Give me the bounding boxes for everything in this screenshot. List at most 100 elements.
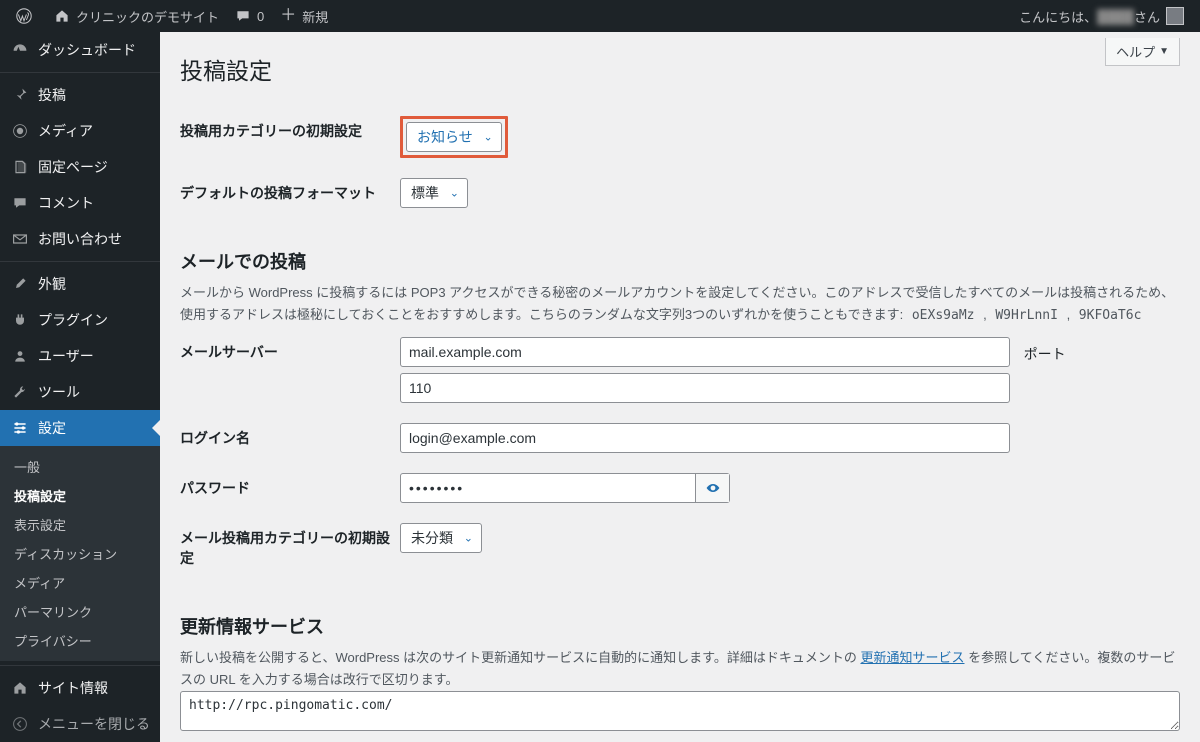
sidebar-item-posts[interactable]: 投稿: [0, 77, 160, 113]
sidebar-item-label: お問い合わせ: [38, 229, 122, 249]
account-menu[interactable]: こんにちは、 ████ さん: [1011, 0, 1192, 32]
default-format-label: デフォルトの投稿フォーマット: [180, 168, 400, 218]
sidebar-item-inquiries[interactable]: お問い合わせ: [0, 221, 160, 257]
mail-section-desc: メールから WordPress に投稿するには POP3 アクセスができる秘密の…: [180, 282, 1180, 327]
greeting-label: こんにちは、: [1019, 7, 1097, 26]
chevron-down-icon: ⌄: [450, 187, 459, 200]
mail-category-label: メール投稿用カテゴリーの初期設定: [180, 513, 400, 583]
help-label: ヘルプ: [1116, 42, 1155, 61]
sub-item-media[interactable]: メディア: [0, 568, 160, 597]
default-format-select[interactable]: 標準 ⌄: [400, 178, 468, 208]
comments-count[interactable]: 0: [227, 0, 272, 32]
update-services-desc: 新しい投稿を公開すると、WordPress は次のサイト更新通知サービスに自動的…: [180, 647, 1180, 691]
highlight-box: お知らせ ⌄: [400, 116, 508, 158]
toggle-password-visibility[interactable]: [695, 474, 729, 502]
pages-icon: [10, 159, 30, 175]
site-title[interactable]: クリニックのデモサイト: [46, 0, 227, 32]
help-tab[interactable]: ヘルプ ▼: [1105, 38, 1180, 66]
password-label: パスワード: [180, 463, 400, 513]
sub-item-reading[interactable]: 表示設定: [0, 510, 160, 539]
pin-icon: [10, 87, 30, 103]
default-category-label: 投稿用カテゴリーの初期設定: [180, 106, 400, 168]
wrench-icon: [10, 384, 30, 400]
port-label: ポート: [1024, 346, 1066, 362]
mail-port-input[interactable]: [400, 373, 1010, 403]
mail-icon: [10, 231, 30, 247]
sidebar-item-label: メディア: [38, 121, 93, 141]
mail-section-heading: メールでの投稿: [180, 248, 1180, 274]
mail-server-input[interactable]: [400, 337, 1010, 367]
sidebar-item-comments[interactable]: コメント: [0, 185, 160, 221]
collapse-menu[interactable]: メニューを閉じる: [0, 706, 160, 742]
avatar: [1166, 7, 1184, 25]
token-2: W9HrLnnI: [990, 306, 1063, 325]
sidebar-item-label: サイト情報: [38, 678, 108, 698]
sidebar-item-pages[interactable]: 固定ページ: [0, 149, 160, 185]
content-area: ヘルプ ▼ 投稿設定 投稿用カテゴリーの初期設定 お知らせ ⌄ デフォルトの投稿…: [160, 32, 1200, 742]
comment-icon: [235, 8, 251, 24]
select-value: お知らせ: [417, 127, 473, 147]
comment-icon: [10, 195, 30, 211]
sidebar-item-label: プラグイン: [38, 310, 108, 330]
settings-submenu: 一般 投稿設定 表示設定 ディスカッション メディア パーマリンク プライバシー: [0, 446, 160, 661]
sidebar-item-label: メニューを閉じる: [38, 714, 150, 734]
collapse-icon: [10, 716, 30, 732]
sidebar-item-label: コメント: [38, 193, 94, 213]
user-name: ████: [1097, 9, 1134, 24]
sidebar-item-label: ユーザー: [38, 346, 94, 366]
new-content[interactable]: ＋ 新規: [272, 0, 336, 32]
login-name-input[interactable]: [400, 423, 1010, 453]
update-services-heading: 更新情報サービス: [180, 613, 1180, 639]
sidebar-item-label: 投稿: [38, 85, 66, 105]
media-icon: [10, 123, 30, 139]
sidebar-item-label: 設定: [38, 418, 66, 438]
brush-icon: [10, 276, 30, 292]
sub-item-permalink[interactable]: パーマリンク: [0, 597, 160, 626]
sub-item-privacy[interactable]: プライバシー: [0, 626, 160, 655]
mail-server-label: メールサーバー: [180, 327, 400, 413]
comments-count-value: 0: [257, 9, 264, 24]
gauge-icon: [10, 42, 30, 58]
user-icon: [10, 348, 30, 364]
admin-bar: クリニックのデモサイト 0 ＋ 新規 こんにちは、 ████ さん: [0, 0, 1200, 32]
default-category-select[interactable]: お知らせ ⌄: [406, 122, 502, 152]
token-3: 9KFOaT6c: [1074, 306, 1147, 325]
sidebar-item-label: ツール: [38, 382, 80, 402]
sidebar-item-users[interactable]: ユーザー: [0, 338, 160, 374]
home-icon: [10, 680, 30, 696]
home-icon: [54, 8, 70, 24]
sidebar-item-settings[interactable]: 設定: [0, 410, 160, 446]
password-input[interactable]: [400, 473, 730, 503]
token-1: oEXs9aMz: [907, 306, 980, 325]
sidebar-item-media[interactable]: メディア: [0, 113, 160, 149]
sub-item-general[interactable]: 一般: [0, 452, 160, 481]
eye-icon: [705, 479, 721, 497]
sidebar-item-plugins[interactable]: プラグイン: [0, 302, 160, 338]
chevron-down-icon: ⌄: [464, 532, 473, 545]
new-content-label: 新規: [302, 7, 328, 26]
site-title-label: クリニックのデモサイト: [76, 7, 219, 26]
plug-icon: [10, 312, 30, 328]
sliders-icon: [10, 420, 30, 436]
sidebar-item-appearance[interactable]: 外観: [0, 266, 160, 302]
chevron-down-icon: ⌄: [484, 131, 493, 144]
wp-logo[interactable]: [8, 0, 46, 32]
sub-item-discussion[interactable]: ディスカッション: [0, 539, 160, 568]
sub-item-writing[interactable]: 投稿設定: [0, 481, 160, 510]
select-value: 未分類: [411, 528, 453, 548]
sidebar-item-dashboard[interactable]: ダッシュボード: [0, 32, 160, 68]
select-value: 標準: [411, 183, 439, 203]
chevron-down-icon: ▼: [1159, 46, 1169, 57]
plus-icon: ＋: [280, 8, 296, 24]
sidebar-item-tools[interactable]: ツール: [0, 374, 160, 410]
update-services-link[interactable]: 更新通知サービス: [860, 650, 964, 665]
admin-sidebar: ダッシュボード 投稿 メディア 固定ページ コメント: [0, 32, 160, 742]
wordpress-icon: [16, 8, 32, 24]
login-name-label: ログイン名: [180, 413, 400, 463]
sidebar-item-label: ダッシュボード: [38, 40, 136, 60]
page-title: 投稿設定: [180, 52, 1180, 86]
mail-category-select[interactable]: 未分類 ⌄: [400, 523, 482, 553]
sidebar-item-site-info[interactable]: サイト情報: [0, 670, 160, 706]
sidebar-item-label: 固定ページ: [38, 157, 108, 177]
ping-services-textarea[interactable]: [180, 691, 1180, 731]
